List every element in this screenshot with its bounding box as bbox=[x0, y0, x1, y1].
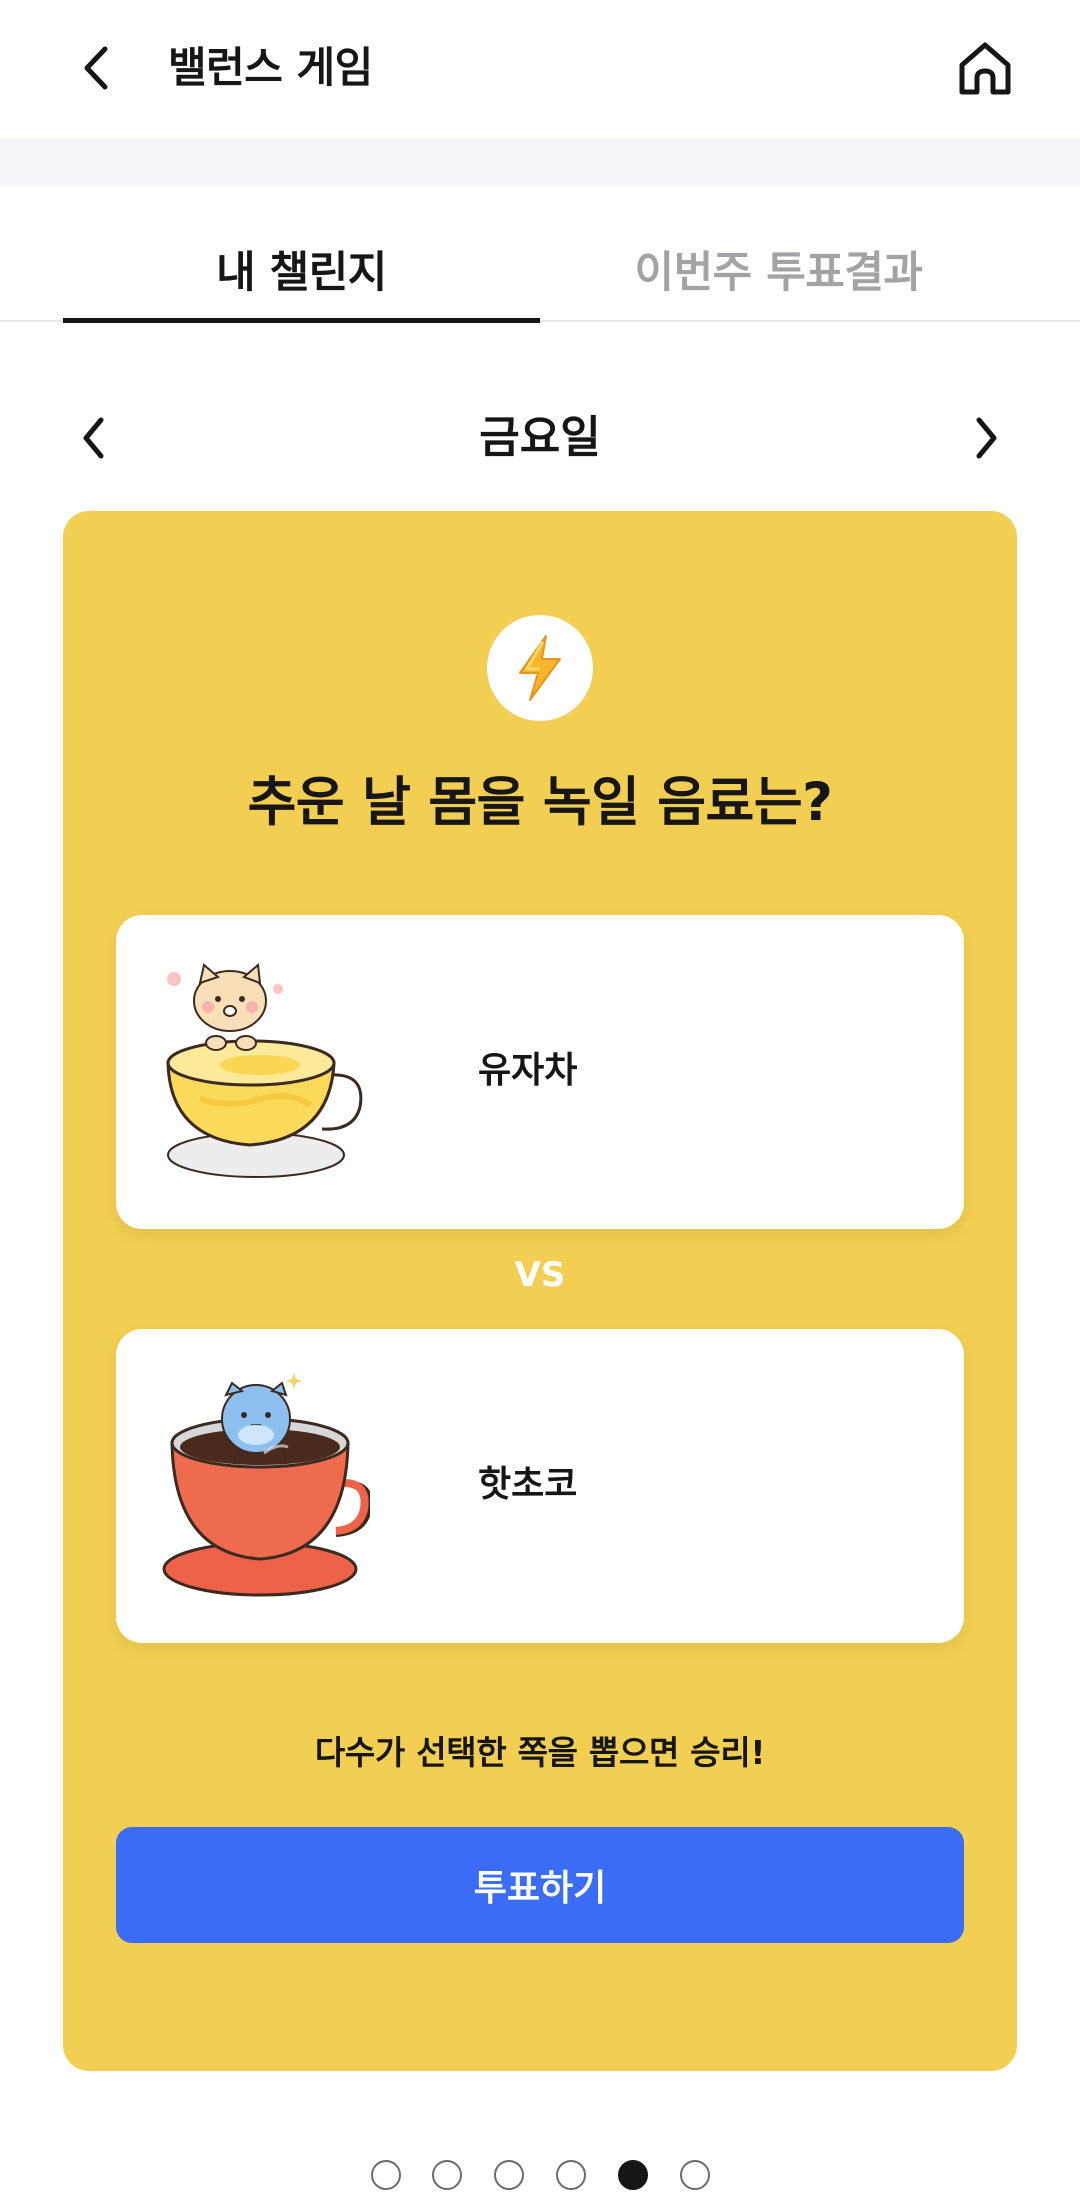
previous-day-button[interactable] bbox=[68, 406, 120, 470]
option-b-label: 핫초코 bbox=[478, 1464, 578, 1505]
home-icon bbox=[959, 42, 1011, 95]
page-dot[interactable] bbox=[680, 2160, 710, 2190]
page-dot[interactable] bbox=[556, 2160, 586, 2190]
page-dot[interactable] bbox=[432, 2160, 462, 2190]
tab-bar: 내 챌린지 이번주 투표결과 bbox=[0, 186, 1080, 323]
page-dot[interactable] bbox=[494, 2160, 524, 2190]
rule-text: 다수가 선택한 쪽을 뽑으면 승리! bbox=[314, 1733, 766, 1772]
option-a-card[interactable]: 유자차 bbox=[116, 915, 964, 1229]
chevron-left-icon bbox=[83, 417, 104, 459]
day-label: 금요일 bbox=[479, 412, 601, 463]
page-title: 밸런스 게임 bbox=[168, 43, 373, 92]
option-a-label: 유자차 bbox=[478, 1050, 578, 1091]
next-day-button[interactable] bbox=[960, 406, 1012, 470]
lightning-bolt-icon bbox=[519, 635, 561, 701]
option-b-card[interactable]: 핫초코 bbox=[116, 1329, 964, 1643]
tab-my-challenge[interactable]: 내 챌린지 bbox=[63, 186, 540, 323]
hot-chocolate-cup-with-bird-icon bbox=[162, 1373, 370, 1597]
vs-label: VS bbox=[514, 1255, 566, 1295]
section-divider bbox=[0, 138, 1080, 186]
citron-tea-cup-with-cat-icon bbox=[166, 963, 363, 1178]
question-text: 추운 날 몸을 녹일 음료는? bbox=[247, 772, 833, 833]
day-navigator: 금요일 bbox=[0, 398, 1080, 478]
balance-game-card: 추운 날 몸을 녹일 음료는? 유자차 VS 핫초코 다수가 선택한 쪽을 뽑으… bbox=[63, 511, 1017, 2071]
vote-button[interactable]: 투표하기 bbox=[116, 1827, 964, 1943]
chevron-left-icon bbox=[84, 46, 108, 90]
home-button[interactable] bbox=[952, 36, 1018, 102]
page-dot-active[interactable] bbox=[618, 2160, 648, 2190]
page-indicator bbox=[0, 2160, 1080, 2194]
badge bbox=[487, 615, 593, 721]
chevron-right-icon bbox=[976, 417, 997, 459]
tab-weekly-results[interactable]: 이번주 투표결과 bbox=[540, 186, 1017, 298]
page-dot[interactable] bbox=[371, 2160, 401, 2190]
back-button[interactable] bbox=[68, 36, 124, 100]
app-header: 밸런스 게임 bbox=[0, 0, 1080, 138]
